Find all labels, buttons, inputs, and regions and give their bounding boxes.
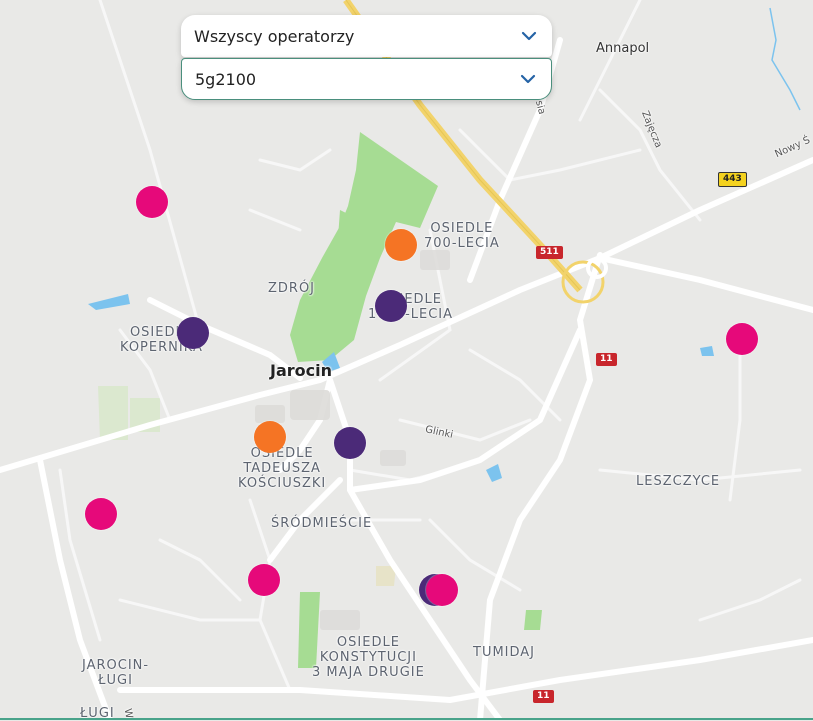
road-shield-11: 11: [596, 353, 617, 366]
place-label-osiedle-3-maja: OSIEDLE KONSTYTUCJI 3 MAJA DRUGIE: [312, 635, 425, 680]
road-shield-443: 443: [718, 172, 747, 187]
place-label-line: KONSTYTUCJI: [319, 650, 417, 665]
place-label-line: OSIEDLE: [336, 635, 400, 650]
bts-marker-purple[interactable]: [334, 427, 366, 459]
bts-marker-purple[interactable]: [375, 290, 407, 322]
chevron-down-icon: [521, 31, 537, 41]
place-label-line: KOŚCIUSZKI: [238, 476, 327, 491]
place-label-leszczyce: LESZCZYCE: [636, 474, 721, 489]
place-label-line: 3 MAJA DRUGIE: [312, 665, 425, 680]
place-label-annapol: Annapol: [596, 41, 650, 56]
road-shield-11: 11: [533, 690, 554, 703]
place-label-jarocin-lugi: JAROCIN- ŁUGI: [82, 658, 149, 688]
bts-marker-pink[interactable]: [248, 564, 280, 596]
chevron-down-icon: [520, 74, 536, 84]
technology-select[interactable]: 5g2100: [181, 58, 552, 100]
bts-marker-orange[interactable]: [254, 421, 286, 453]
bts-marker-pink[interactable]: [426, 574, 458, 606]
bts-marker-pink[interactable]: [85, 498, 117, 530]
place-label-line: OSIEDLE: [250, 446, 314, 461]
place-label-line: TADEUSZA: [243, 461, 321, 476]
place-label-osiedle-700: OSIEDLE 700-LECIA: [424, 221, 500, 251]
place-label-line: OSIEDLE: [430, 221, 494, 236]
bts-marker-purple[interactable]: [177, 317, 209, 349]
map-canvas[interactable]: [0, 0, 813, 720]
place-label-osiedle-kosciuszki: OSIEDLE TADEUSZA KOŚCIUSZKI: [238, 446, 326, 491]
bts-marker-orange[interactable]: [385, 229, 417, 261]
operator-select[interactable]: Wszyscy operatorzy: [181, 15, 552, 57]
road-shield-511: 511: [536, 246, 563, 259]
technology-select-value: 5g2100: [195, 69, 257, 89]
place-label-line: ŁUGI: [98, 673, 133, 688]
bts-marker-pink[interactable]: [136, 186, 168, 218]
place-label-line: 700-LECIA: [424, 236, 500, 251]
city-label-jarocin: Jarocin: [270, 361, 332, 380]
place-label-zdroj: ZDRÓJ: [268, 281, 316, 296]
operator-select-value: Wszyscy operatorzy: [194, 26, 355, 46]
place-label-tumidaj: TUMIDAJ: [473, 645, 536, 660]
place-label-srodmiescie: ŚRÓDMIEŚCIE: [271, 516, 373, 531]
park-area: [524, 610, 542, 630]
place-label-line: JAROCIN-: [82, 658, 150, 673]
bts-marker-pink[interactable]: [726, 323, 758, 355]
